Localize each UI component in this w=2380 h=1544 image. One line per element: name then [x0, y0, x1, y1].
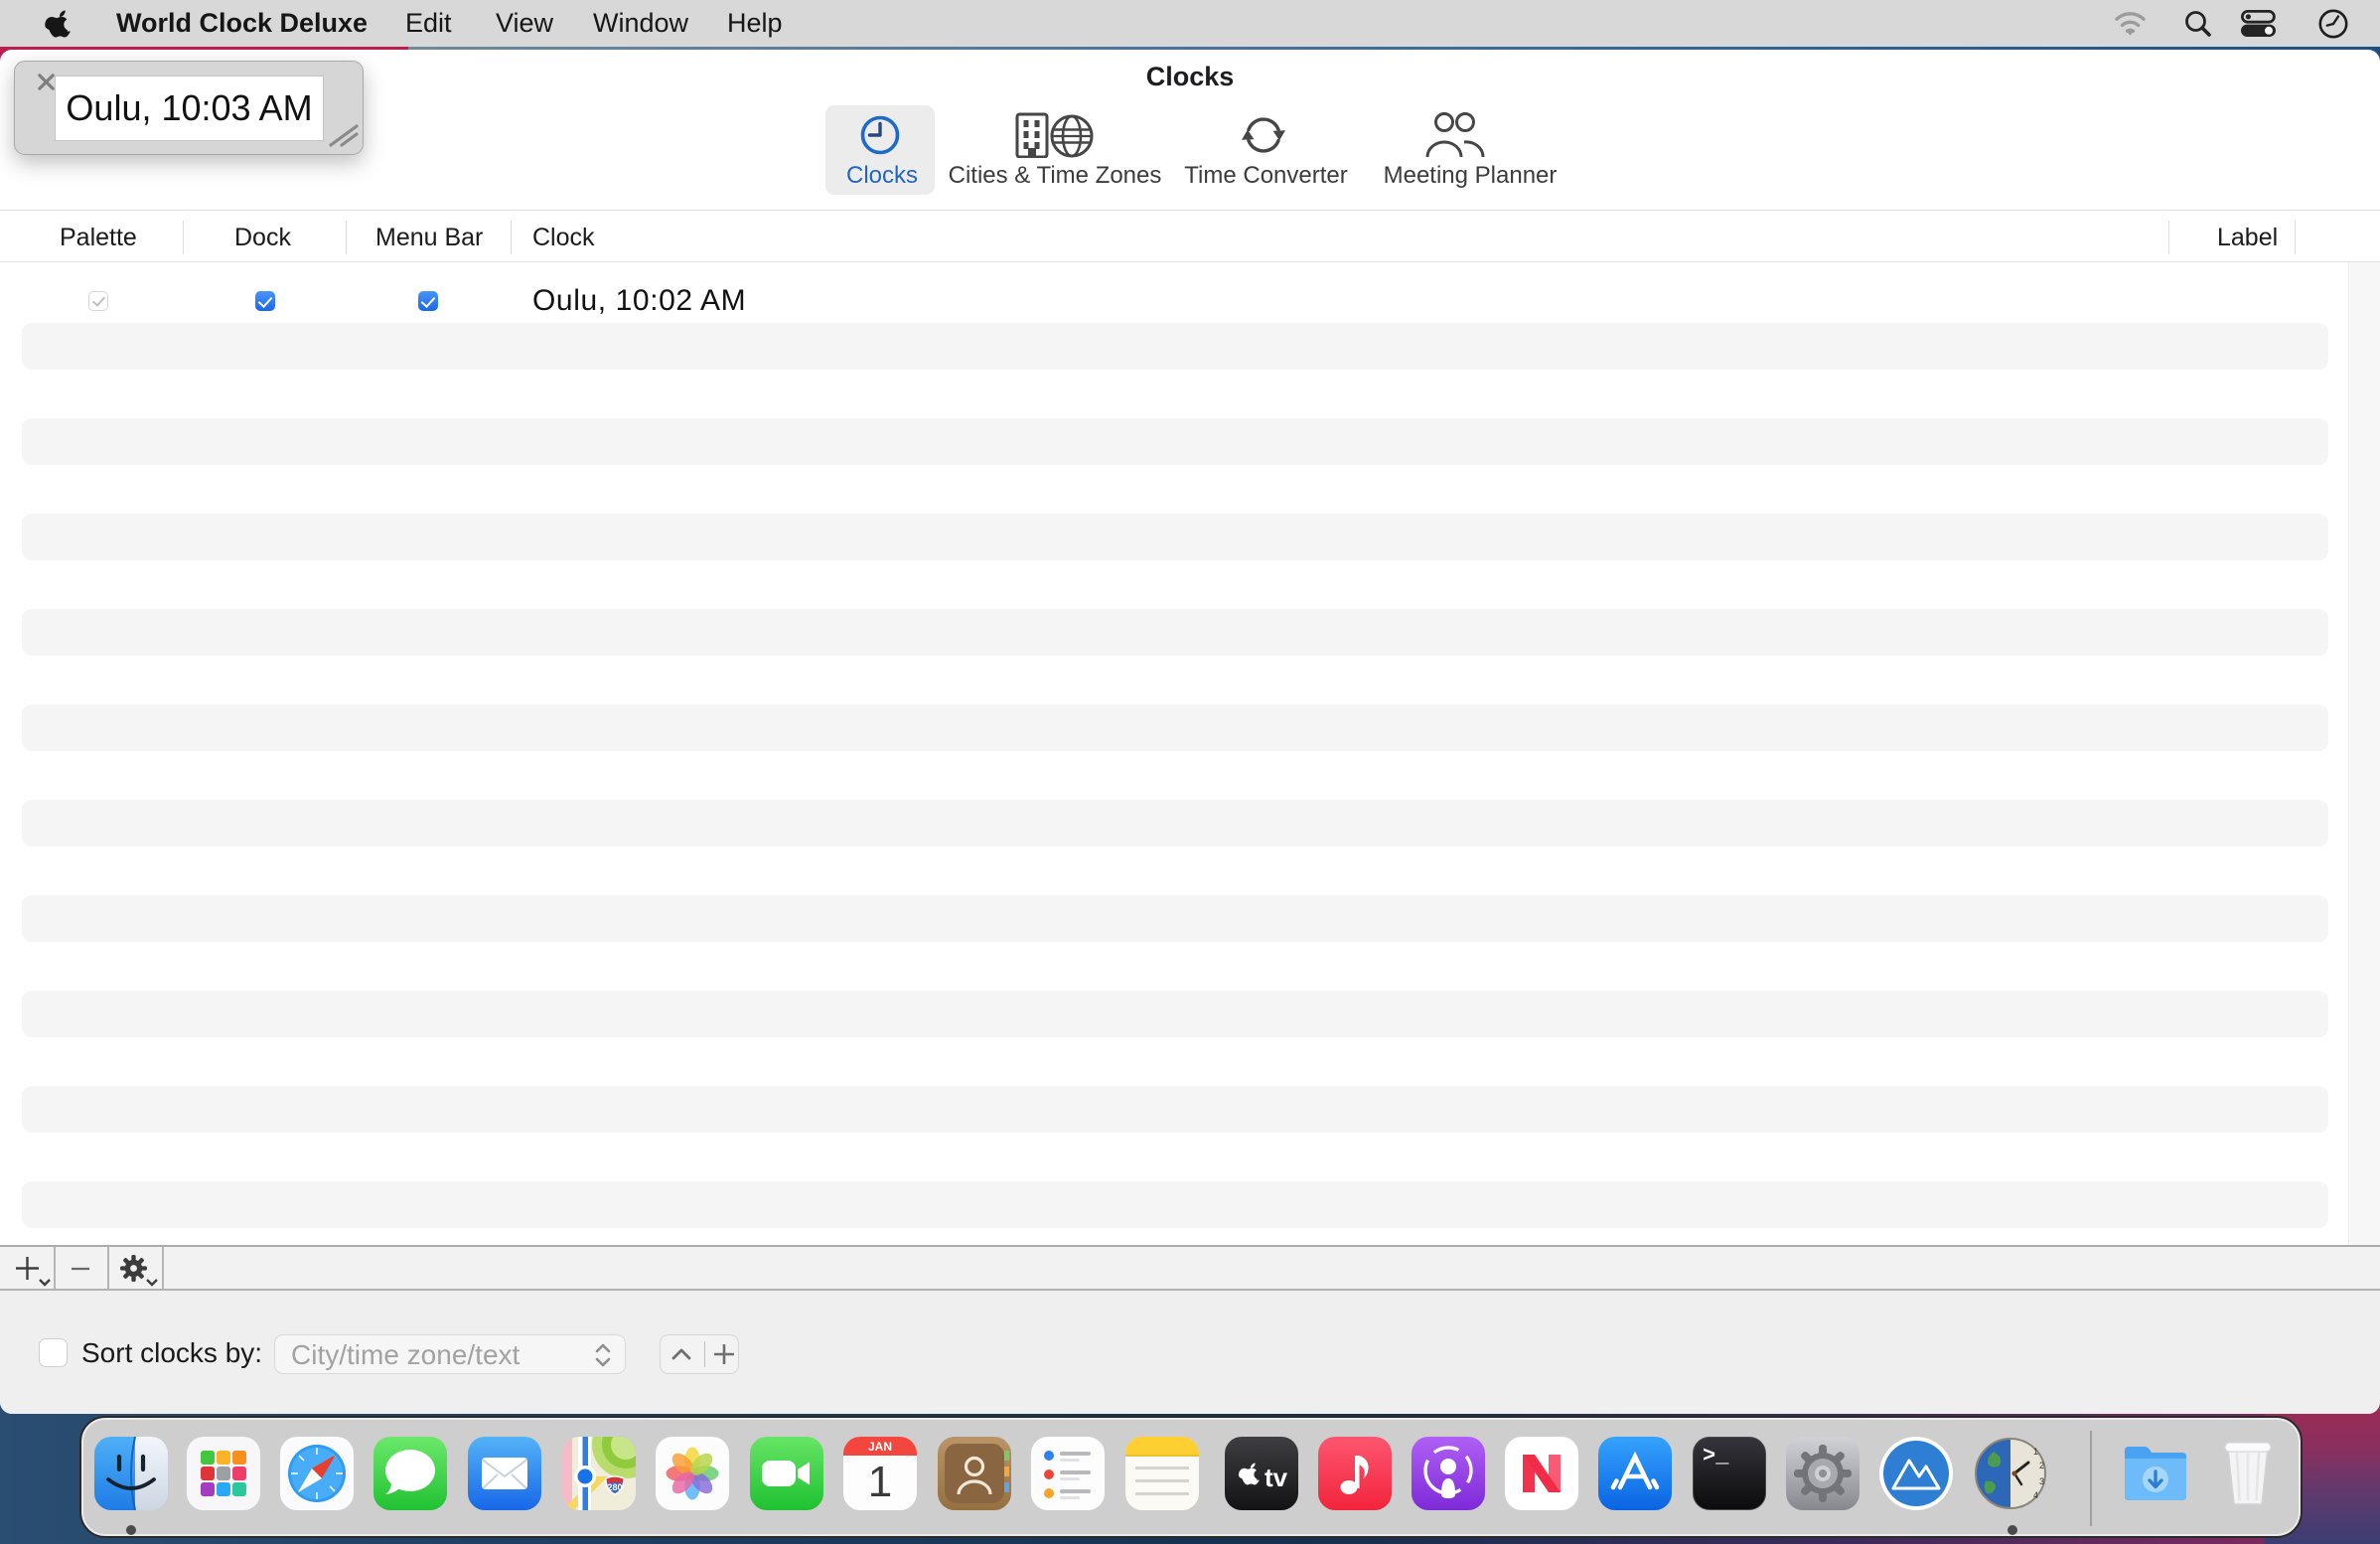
svg-text:280: 280 — [607, 1482, 622, 1492]
svg-text:3: 3 — [2039, 1476, 2044, 1486]
svg-text:1: 1 — [2033, 1447, 2038, 1457]
svg-text:2: 2 — [2039, 1461, 2044, 1470]
svg-text:4: 4 — [2033, 1490, 2038, 1500]
svg-text:tv: tv — [1264, 1463, 1288, 1492]
